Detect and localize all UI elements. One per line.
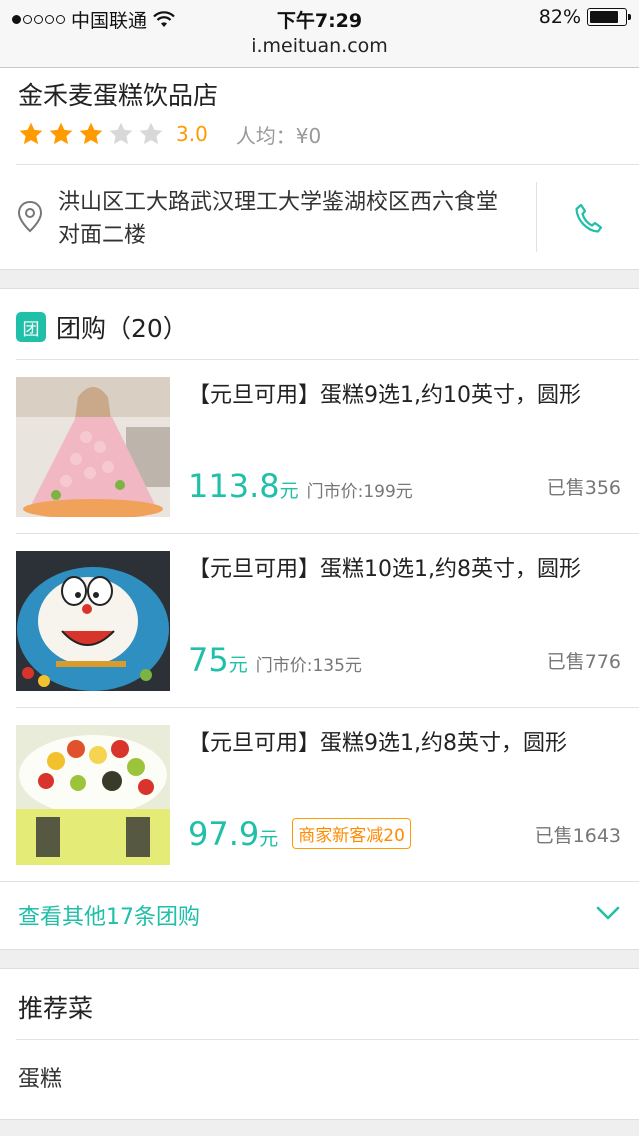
deal-title: 【元旦可用】蛋糕9选1,约8英寸，圆形 [188,731,567,756]
recommended-dish-item[interactable]: 蛋糕 [18,1061,62,1093]
price-row: 113.8 元 门市价:199元 [188,467,413,505]
deal-image [16,725,170,865]
browser-chrome: 中国联通 下午7:29 82% i.meituan.com [0,0,639,68]
shop-info-card: 金禾麦蛋糕饮品店 3.0 人均：¥0 洪山区工大路武汉理工大学鉴湖校区西六食堂对… [0,68,639,270]
recommended-title: 推荐菜 [18,994,94,1023]
more-deals-label: 查看其他17条团购 [18,905,200,930]
divider [0,881,639,882]
group-buy-badge: 团 [16,312,46,342]
price-unit: 元 [228,654,248,676]
sold-count: 已售1643 [534,825,621,847]
deal-image [16,551,170,691]
market-price: 门市价:135元 [255,656,362,676]
star-rating [18,121,168,147]
call-button[interactable] [560,190,616,246]
average-price: 人均：¥0 [235,123,322,148]
market-price: 门市价:199元 [306,482,413,502]
battery-icon [587,8,631,26]
shop-name: 金禾麦蛋糕饮品店 [18,81,219,110]
deal-item[interactable]: 【元旦可用】蛋糕10选1,约8英寸，圆形 75 元 门市价:135元 已售776 [0,533,639,707]
price-unit: 元 [259,828,279,850]
star-empty-icon [109,122,133,145]
shop-address[interactable]: 洪山区工大路武汉理工大学鉴湖校区西六食堂对面二楼 [58,186,518,252]
group-buy-header: 团 团购（20） [16,309,188,345]
deal-item[interactable]: 【元旦可用】蛋糕9选1,约10英寸，圆形 113.8 元 门市价:199元 已售… [0,359,639,533]
star-filled-icon [49,122,73,145]
recommended-dishes-section: 推荐菜 蛋糕 [0,968,639,1120]
divider [16,164,639,165]
sold-count: 已售776 [546,651,621,673]
divider [16,1039,639,1040]
status-bar: 中国联通 下午7:29 82% [0,6,639,32]
star-empty-icon [139,122,163,145]
group-buy-section: 团 团购（20） 【元旦可用】蛋糕9选1,约10英寸，圆形 113.8 元 门市… [0,288,639,950]
url-bar[interactable]: i.meituan.com [0,35,639,57]
price-row: 97.9 元 商家新客减20 [188,815,411,853]
promo-badge: 商家新客减20 [292,818,411,849]
phone-icon [575,203,603,233]
sold-count: 已售356 [546,477,621,499]
price-unit: 元 [279,480,299,502]
deal-title: 【元旦可用】蛋糕10选1,约8英寸，圆形 [188,557,581,582]
deal-price: 75 [188,641,229,679]
rating-value: 3.0 [176,122,208,146]
deal-image [16,377,170,517]
deal-price: 113.8 [188,467,280,505]
chevron-down-icon [596,906,620,920]
deal-price: 97.9 [188,815,260,853]
deal-item[interactable]: 【元旦可用】蛋糕9选1,约8英寸，圆形 97.9 元 商家新客减20 已售164… [0,707,639,881]
battery-percent: 82% [538,6,581,28]
more-deals-button[interactable]: 查看其他17条团购 [0,883,639,951]
star-filled-icon [19,122,43,145]
price-row: 75 元 门市价:135元 [188,641,362,679]
group-buy-title: 团购（20） [56,314,188,343]
divider [536,182,537,252]
location-pin-icon [17,200,43,233]
rating-row: 3.0 人均：¥0 [18,120,321,148]
deal-title: 【元旦可用】蛋糕9选1,约10英寸，圆形 [188,383,581,408]
star-filled-icon [79,122,103,145]
